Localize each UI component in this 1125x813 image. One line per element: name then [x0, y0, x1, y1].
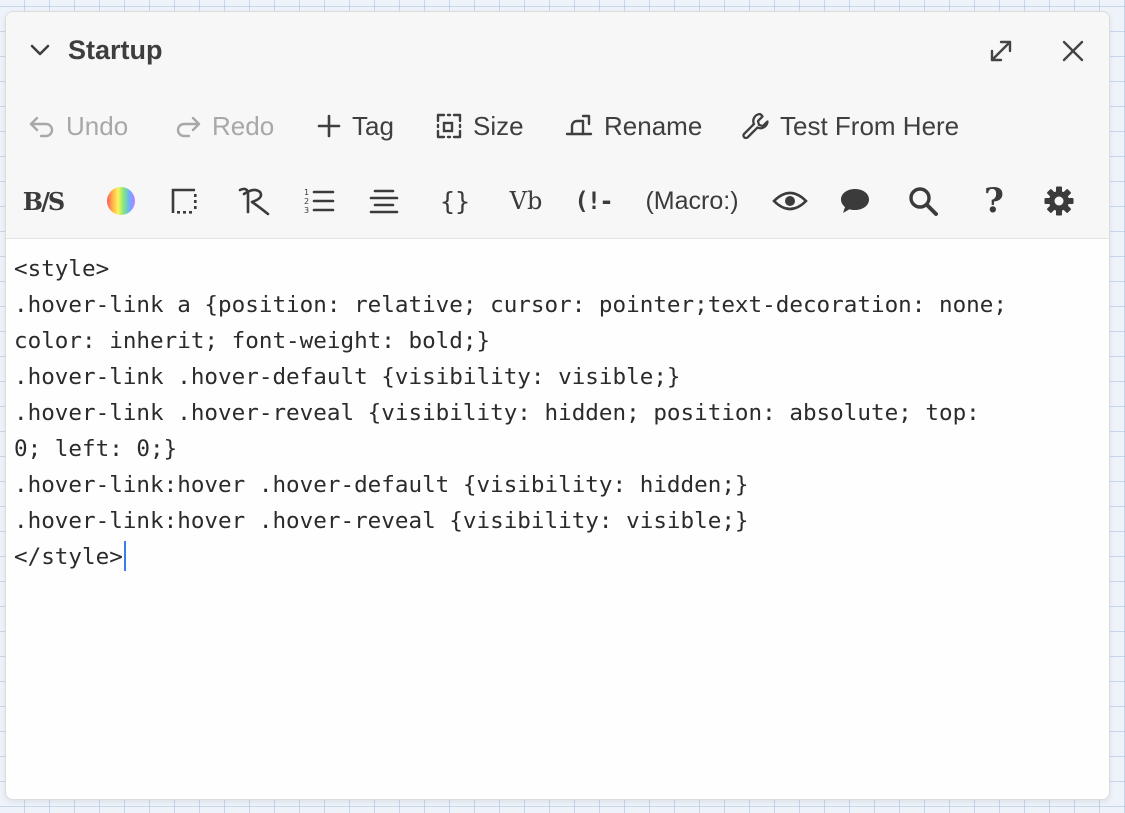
comment-label: (!-	[574, 187, 613, 215]
format-toolbar: B/S 1 2 3 {} Vb (!- (Macro:) ?	[6, 166, 1109, 239]
dialogue-button[interactable]	[838, 182, 872, 220]
redo-button[interactable]: Redo	[174, 110, 274, 142]
undo-icon	[29, 116, 54, 138]
redo-icon	[176, 116, 201, 138]
plus-icon	[317, 114, 341, 138]
tag-button[interactable]: Tag	[316, 110, 394, 142]
bold-strike-label: B/S	[22, 186, 65, 216]
code-button[interactable]: {}	[438, 182, 472, 220]
code-line: .hover-link .hover-reveal {visibility: h…	[14, 400, 980, 426]
code-line: <style>	[14, 256, 110, 282]
comment-button[interactable]: (!-	[572, 182, 614, 220]
maximize-button[interactable]	[986, 36, 1016, 66]
preview-button[interactable]	[772, 182, 808, 220]
wrench-icon	[742, 112, 769, 140]
code-line-text: </style>	[14, 544, 123, 570]
dialog-titlebar: Startup	[6, 12, 1109, 84]
macro-label: (Macro:)	[645, 186, 739, 215]
braces-icon: {}	[439, 186, 471, 216]
size-label: Size	[473, 110, 524, 141]
code-line: .hover-link:hover .hover-reveal {visibil…	[14, 508, 749, 534]
search-icon	[909, 187, 938, 216]
svg-text:2: 2	[304, 197, 309, 206]
code-line-last: </style>	[14, 539, 1101, 575]
fancy-r-icon	[238, 187, 270, 216]
undo-label: Undo	[66, 110, 129, 141]
verbatim-button[interactable]: Vb	[506, 182, 546, 220]
code-editor[interactable]: <style> .hover-link a {position: relativ…	[6, 239, 1109, 799]
code-line: .hover-link:hover .hover-default {visibi…	[14, 472, 749, 498]
rainbow-icon	[107, 187, 135, 215]
code-line: .hover-link a {position: relative; curso…	[14, 292, 1007, 318]
svg-text:3: 3	[304, 206, 309, 215]
collapse-button[interactable]	[28, 38, 52, 62]
help-label: ?	[984, 181, 1004, 221]
settings-button[interactable]	[1042, 182, 1076, 220]
close-button[interactable]	[1059, 37, 1087, 65]
align-center-icon	[369, 189, 399, 214]
rename-icon	[565, 114, 593, 136]
border-button[interactable]	[168, 182, 200, 220]
colour-button[interactable]	[104, 182, 138, 220]
chevron-down-icon	[30, 44, 50, 56]
help-button[interactable]: ?	[980, 181, 1008, 221]
svg-text:1: 1	[304, 188, 309, 197]
gear-icon	[1044, 186, 1074, 216]
close-icon	[1062, 40, 1084, 62]
test-from-here-label: Test From Here	[780, 110, 960, 141]
align-button[interactable]	[368, 182, 400, 220]
size-button[interactable]: Size	[435, 110, 524, 142]
passage-edit-dialog: Startup Undo Redo Tag Size Rename Test F…	[5, 11, 1110, 800]
code-line: .hover-link .hover-default {visibility: …	[14, 364, 681, 390]
list-button[interactable]: 1 2 3	[302, 182, 336, 220]
verbatim-label: Vb	[509, 187, 543, 215]
find-button[interactable]	[906, 182, 940, 220]
test-from-here-button[interactable]: Test From Here	[740, 110, 959, 142]
eye-icon	[772, 191, 808, 211]
undo-button[interactable]: Undo	[28, 110, 128, 142]
main-toolbar: Undo Redo Tag Size Rename Test From Here	[6, 84, 1109, 166]
text-cursor	[123, 541, 126, 571]
code-line: color: inherit; font-weight: bold;}	[14, 328, 491, 354]
rename-label: Rename	[604, 110, 703, 141]
dialog-title: Startup	[68, 35, 163, 65]
code-line: 0; left: 0;}	[14, 436, 178, 462]
maximize-icon	[990, 40, 1012, 62]
border-icon	[171, 188, 197, 214]
font-button[interactable]	[234, 182, 274, 220]
rename-button[interactable]: Rename	[564, 110, 702, 142]
numbered-list-icon: 1 2 3	[304, 188, 335, 215]
tag-label: Tag	[352, 110, 394, 141]
redo-label: Redo	[212, 110, 275, 141]
macro-button[interactable]: (Macro:)	[642, 182, 742, 220]
bold-strikethrough-button[interactable]: B/S	[20, 182, 66, 220]
size-icon	[436, 113, 462, 139]
speech-bubble-icon	[841, 189, 869, 213]
